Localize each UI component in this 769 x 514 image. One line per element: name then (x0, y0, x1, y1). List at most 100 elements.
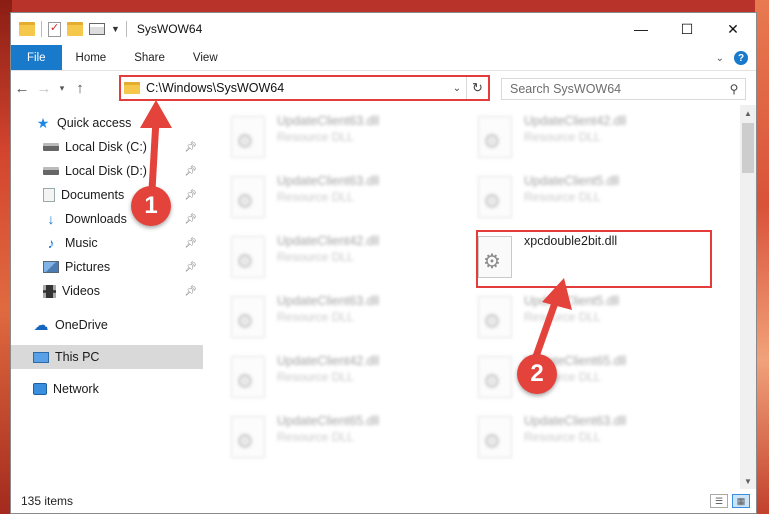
dll-file-icon (478, 296, 512, 338)
search-input[interactable] (510, 82, 723, 96)
folder-icon (19, 22, 35, 36)
file-item[interactable]: UpdateClient63.dll Resource DLL (231, 113, 461, 169)
pin-icon[interactable]: 📌︎ (184, 214, 197, 225)
up-arrow-icon[interactable]: ↑ (69, 80, 91, 97)
documents-icon (43, 188, 55, 202)
dll-file-icon (478, 176, 512, 218)
tab-home[interactable]: Home (62, 45, 121, 70)
tab-view[interactable]: View (179, 45, 232, 70)
file-name: UpdateClient5.dll (524, 174, 620, 188)
file-type: Resource DLL (524, 130, 601, 144)
nav-divider (11, 337, 203, 345)
sidebar-item-label: Downloads (65, 212, 127, 226)
expand-ribbon-chevron-icon[interactable]: ⌄ (716, 53, 724, 64)
file-item[interactable]: UpdateClient42.dll Resource DLL (231, 233, 461, 289)
pin-icon[interactable]: 📌︎ (184, 286, 197, 297)
sidebar-item-downloads[interactable]: ↓ Downloads 📌︎ (11, 207, 203, 231)
scroll-up-arrow-icon[interactable]: ▲ (740, 105, 756, 121)
file-type: Resource DLL (524, 190, 601, 204)
search-box[interactable]: ⚲ (501, 78, 746, 100)
sidebar-item-quick-access[interactable]: ★ Quick access (11, 111, 203, 135)
pin-icon[interactable]: 📌︎ (184, 262, 197, 273)
toolbar-divider (125, 21, 127, 37)
disk-icon (43, 167, 59, 175)
sidebar-item-label: Videos (62, 284, 100, 298)
address-bar[interactable]: C:\Windows\SysWOW64 ⌄ ↻ (119, 75, 490, 101)
file-item[interactable]: UpdateClient65.dllResource DLL (478, 353, 708, 409)
file-name: UpdateClient63.dll (524, 414, 627, 428)
desktop-background-right (755, 0, 769, 514)
sidebar-item-this-pc[interactable]: This PC (11, 345, 203, 369)
pictures-icon (43, 261, 59, 273)
sidebar-item-music[interactable]: ♪ Music 📌︎ (11, 231, 203, 255)
dll-file-icon (231, 176, 265, 218)
sidebar-item-local-disk-c[interactable]: Local Disk (C:) 📌︎ (11, 135, 203, 159)
properties-check-icon[interactable] (48, 21, 61, 37)
dll-file-icon (231, 116, 265, 158)
pin-icon[interactable]: 📌︎ (184, 190, 197, 201)
dll-file-icon (231, 416, 265, 458)
toolbar-divider (41, 21, 42, 37)
tab-share[interactable]: Share (120, 45, 179, 70)
file-type: Resource DLL (277, 430, 354, 444)
sidebar-item-label: Music (65, 236, 98, 250)
file-text: UpdateClient65.dll Resource DLL (277, 413, 379, 445)
recent-locations-chevron-icon[interactable]: ▾ (55, 83, 69, 94)
quick-access-toolbar: ▼ (11, 21, 127, 37)
sidebar-item-documents[interactable]: Documents 📌︎ (11, 183, 203, 207)
file-text: UpdateClient63.dll Resource DLL (524, 413, 626, 445)
vertical-scrollbar[interactable]: ▲ ▼ (740, 105, 756, 489)
item-count: 135 items (21, 494, 74, 508)
pin-icon[interactable]: 📌︎ (184, 166, 197, 177)
navigation-pane: ★ Quick access Local Disk (C:) 📌︎ Local … (11, 105, 203, 489)
back-arrow-icon[interactable]: ← (11, 80, 33, 97)
file-item[interactable]: UpdateClient63.dll Resource DLL (478, 413, 708, 469)
sidebar-item-videos[interactable]: Videos 📌︎ (11, 279, 203, 303)
file-text: UpdateClient42.dll Resource DLL (524, 113, 626, 145)
file-type: Resource DLL (524, 430, 601, 444)
step-1-badge: 1 (131, 186, 171, 226)
address-path[interactable]: C:\Windows\SysWOW64 (146, 81, 448, 95)
refresh-icon[interactable]: ↻ (466, 77, 488, 99)
scroll-down-arrow-icon[interactable]: ▼ (740, 473, 756, 489)
dll-file-icon (478, 356, 512, 398)
maximize-button[interactable]: ☐ (664, 13, 710, 45)
file-list: UpdateClient63.dllResource DLLUpdateClie… (203, 105, 738, 489)
sidebar-item-label: Quick access (57, 116, 132, 130)
address-dropdown-chevron-icon[interactable]: ⌄ (448, 83, 466, 94)
file-item[interactable]: UpdateClient42.dll Resource DLL (478, 113, 708, 169)
pin-icon[interactable]: 📌︎ (184, 238, 197, 249)
forward-arrow-icon[interactable]: → (33, 80, 55, 97)
file-item[interactable]: UpdateClient63.dll Resource DLL (231, 173, 461, 229)
file-item[interactable]: UpdateClient63.dll Resource DLL (231, 293, 461, 349)
dll-file-icon (478, 416, 512, 458)
dll-file-icon (478, 116, 512, 158)
file-item[interactable]: UpdateClient65.dllResource DLL (231, 413, 461, 469)
title-bar: ▼ SysWOW64 — ☐ ✕ (11, 13, 756, 45)
search-icon[interactable]: ⚲ (723, 82, 745, 96)
tab-file[interactable]: File (11, 45, 62, 70)
file-name: UpdateClient63.dll (277, 114, 380, 128)
sidebar-item-network[interactable]: Network (11, 377, 203, 401)
sidebar-item-onedrive[interactable]: ☁ OneDrive (11, 313, 203, 337)
minimize-button[interactable]: — (618, 13, 664, 45)
file-item[interactable]: UpdateClient5.dll Resource DLL (478, 293, 708, 349)
new-folder-icon[interactable] (67, 22, 83, 36)
customize-toolbar-chevron-icon[interactable]: ▼ (111, 24, 120, 34)
pin-icon[interactable]: 📌︎ (184, 142, 197, 153)
help-icon[interactable]: ? (734, 51, 748, 65)
tiles-view-icon[interactable]: ▦ (732, 494, 750, 508)
file-item[interactable]: UpdateClient42.dll Resource DLL (231, 353, 461, 409)
sidebar-item-local-disk-d[interactable]: Local Disk (D:) 📌︎ (11, 159, 203, 183)
details-view-icon[interactable]: ☰ (710, 494, 728, 508)
sidebar-item-pictures[interactable]: Pictures 📌︎ (11, 255, 203, 279)
close-button[interactable]: ✕ (710, 13, 756, 45)
scroll-thumb[interactable] (742, 123, 754, 173)
dll-file-icon (231, 236, 265, 278)
properties-icon[interactable] (89, 23, 105, 35)
nav-divider (11, 303, 203, 313)
file-name: UpdateClient63.dll (277, 294, 380, 308)
file-text: UpdateClient63.dll Resource DLL (277, 173, 379, 205)
file-item[interactable]: UpdateClient5.dll Resource DLL (478, 173, 708, 229)
music-icon: ♪ (47, 235, 55, 251)
